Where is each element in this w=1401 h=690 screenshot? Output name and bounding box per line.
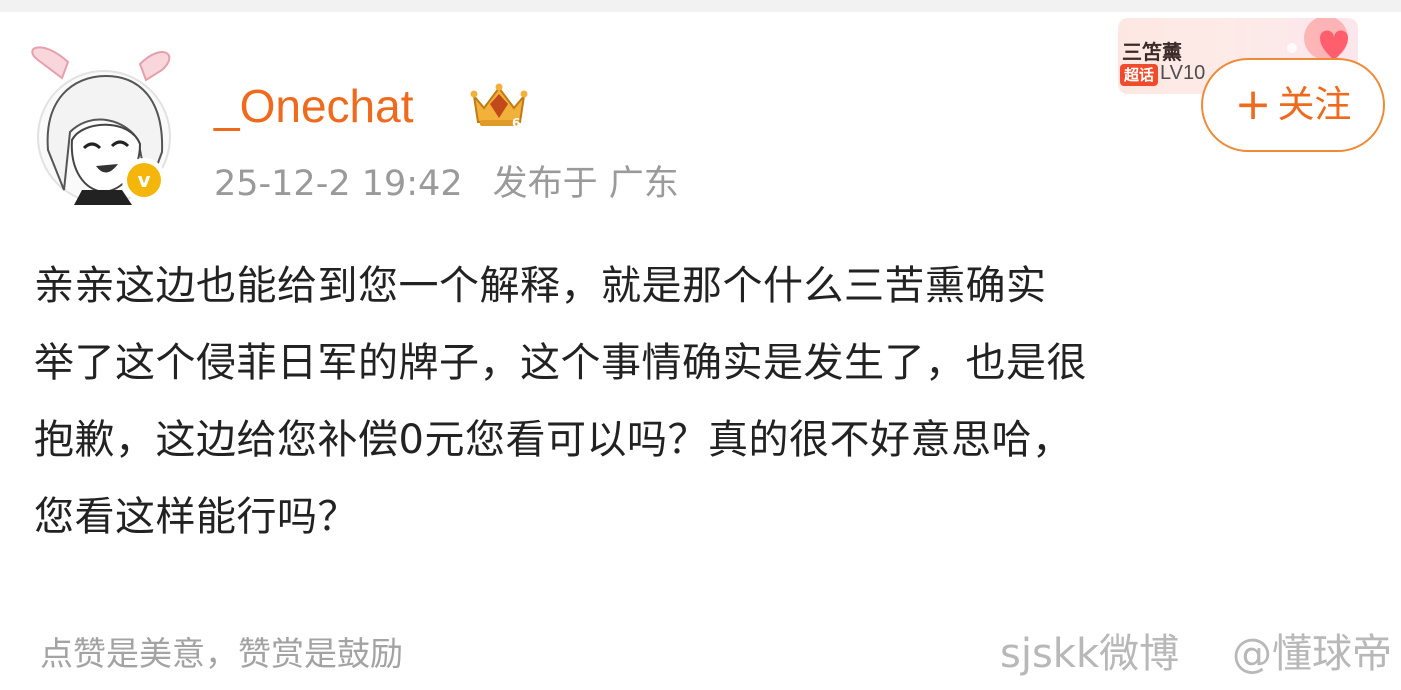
reward-hint: 点赞是美意，赞赏是鼓励 (40, 634, 403, 673)
post-body-line: 亲亲这边也能给到您一个解释，就是那个什么三苦熏确实 (34, 263, 1047, 309)
post-body-line: 抱歉，这边给您补偿0元您看可以吗？真的很不好意思哈， (34, 417, 1073, 463)
verified-icon: v (127, 163, 161, 197)
post-timestamp: 25-12-2 19:42 (214, 164, 463, 204)
svg-text:6: 6 (512, 116, 520, 130)
post-location: 发布于 广东 (492, 164, 679, 204)
super-topic-level: LV10 (1160, 62, 1206, 84)
verified-badge: v (122, 158, 166, 202)
username[interactable]: _Onechat (214, 80, 413, 132)
crown-rank-icon: 6 (470, 83, 528, 130)
post-body-line: 您看这样能行吗？ (34, 494, 358, 540)
super-topic-tag: 超话 (1120, 64, 1159, 86)
post-card: v _Onechat 6 25-12-2 19:42 发布于 广东 三笘薰 超话 … (0, 0, 1401, 690)
plus-icon: + (1234, 79, 1272, 130)
super-topic-name: 三笘薰 (1122, 40, 1182, 64)
post-body-line: 举了这个侵菲日军的牌子，这个事情确实是发生了，也是很 (34, 340, 1087, 386)
watermark: sjskk微博 @懂球帝 (1000, 628, 1392, 680)
watermark-brand: @懂球帝 (1232, 631, 1392, 677)
follow-button-label: 关注 (1277, 83, 1352, 126)
top-divider (0, 0, 1401, 12)
follow-button[interactable]: + 关注 (1201, 58, 1385, 152)
post-meta: 25-12-2 19:42 发布于 广东 (214, 162, 679, 206)
avatar[interactable]: v (22, 40, 182, 205)
post-body: 亲亲这边也能给到您一个解释，就是那个什么三苦熏确实 举了这个侵菲日军的牌子，这个… (34, 248, 1384, 556)
